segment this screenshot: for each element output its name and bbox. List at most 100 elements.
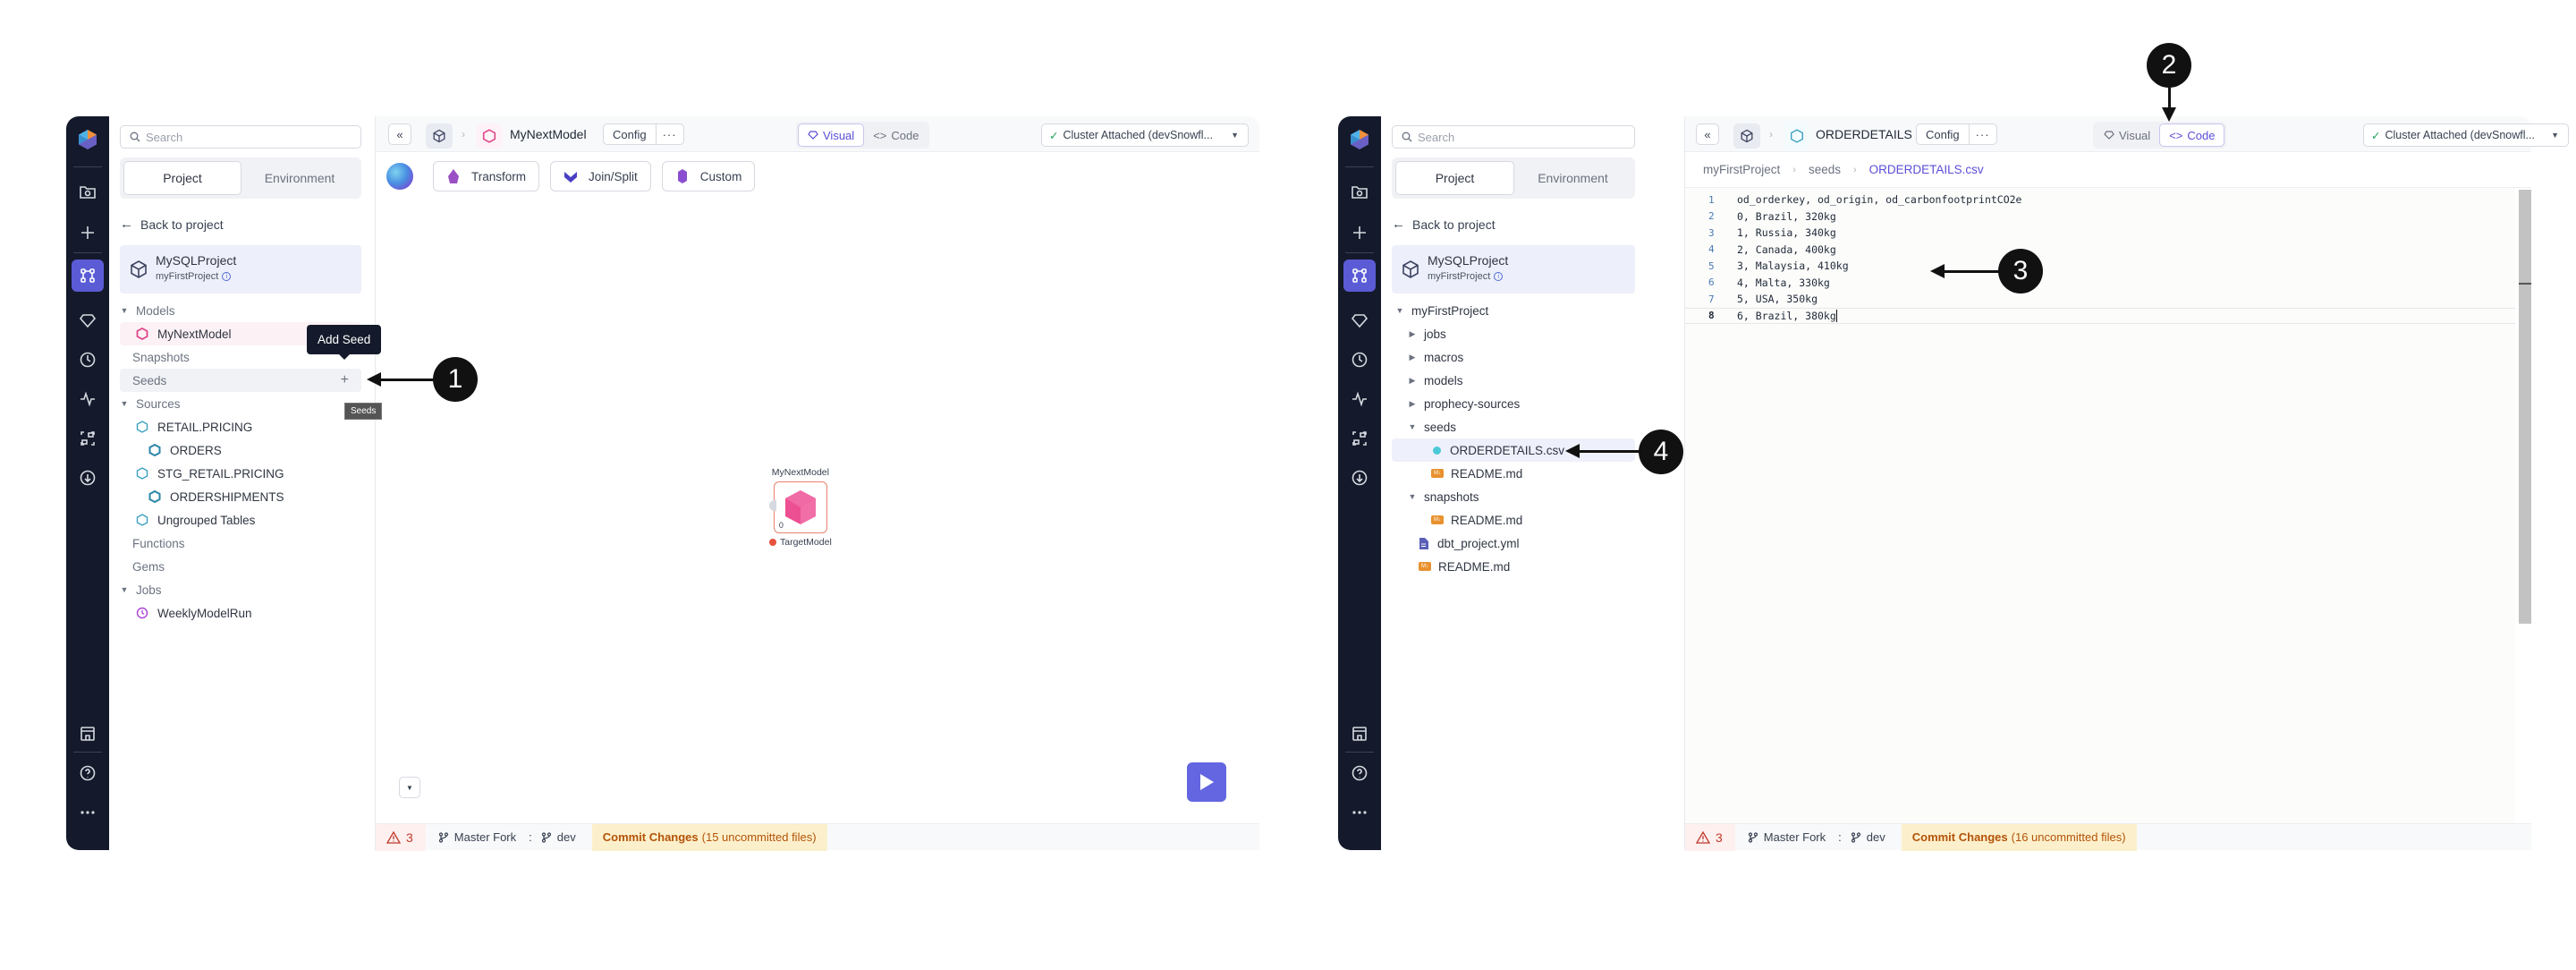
tree-folder-seeds[interactable]: ▼ seeds	[1392, 415, 1635, 438]
search-input[interactable]: Search	[1392, 125, 1635, 149]
project-graph-icon[interactable]	[1343, 260, 1376, 292]
gem-icon[interactable]	[1347, 308, 1372, 333]
tree-folder[interactable]: ▶ jobs	[1392, 322, 1635, 345]
expand-panel-button[interactable]: ▼	[399, 777, 420, 798]
model-node[interactable]: MyNextModel 0 TargetModel	[768, 467, 832, 548]
clock-icon[interactable]	[75, 347, 100, 372]
breadcrumb-item[interactable]: myFirstProject	[1703, 163, 1780, 176]
project-cube-icon[interactable]	[426, 123, 453, 149]
tab-project[interactable]: Project	[123, 161, 242, 195]
scrollbar-thumb[interactable]	[2519, 283, 2531, 285]
tree-item-table[interactable]: ORDERSHIPMENTS	[120, 485, 361, 508]
marketplace-icon[interactable]	[1347, 721, 1372, 746]
tree-file[interactable]: M↓ README.md	[1392, 555, 1635, 578]
fork-indicator[interactable]: Master Fork	[1735, 830, 1835, 844]
project-graph-icon[interactable]	[72, 260, 104, 292]
marketplace-icon[interactable]	[75, 721, 100, 746]
transform-gem-button[interactable]: Transform	[433, 161, 540, 191]
add-seed-button[interactable]: +	[341, 372, 349, 388]
plus-icon[interactable]	[1347, 220, 1372, 245]
tab-environment[interactable]: Environment	[242, 161, 358, 195]
breadcrumb-item[interactable]: seeds	[1809, 163, 1841, 176]
tree-folder[interactable]: ▶ prophecy-sources	[1392, 392, 1635, 415]
tree-item-source[interactable]: STG_RETAIL.PRICING	[120, 462, 361, 485]
visual-tab[interactable]: Visual	[798, 123, 865, 147]
info-icon[interactable]: i	[1494, 272, 1504, 281]
more-icon[interactable]	[1347, 800, 1372, 825]
clock-icon[interactable]	[1347, 347, 1372, 372]
code-line[interactable]: 2 0, Brazil, 320kg	[1685, 208, 2515, 225]
lineage-icon[interactable]	[1347, 426, 1372, 451]
back-to-project-link[interactable]: ← Back to project	[120, 217, 224, 232]
config-button[interactable]: Config	[604, 124, 656, 144]
back-to-project-link[interactable]: ← Back to project	[1392, 217, 1496, 232]
tree-section-seeds[interactable]: Seeds +	[120, 369, 361, 392]
folder-search-icon[interactable]	[75, 179, 100, 204]
tree-item-table[interactable]: ORDERS	[120, 438, 361, 462]
code-tab[interactable]: <> Code	[864, 123, 928, 147]
plus-icon[interactable]	[75, 220, 100, 245]
commit-changes-button[interactable]: Commit Changes (16 uncommitted files)	[1901, 823, 2137, 851]
run-button[interactable]	[1187, 762, 1226, 802]
collapse-sidebar-button[interactable]: «	[388, 123, 411, 145]
code-scrollbar[interactable]	[2519, 190, 2531, 624]
tree-section-gems[interactable]: Gems	[120, 555, 361, 578]
node-input-port[interactable]	[768, 500, 776, 511]
activity-icon[interactable]	[1347, 387, 1372, 412]
node-box[interactable]: 0	[768, 481, 827, 533]
tree-file[interactable]: M↓ README.md	[1392, 508, 1635, 532]
more-options-button[interactable]: ···	[1968, 124, 1996, 144]
warnings-indicator[interactable]: 3	[376, 823, 426, 851]
code-line[interactable]: 4 2, Canada, 400kg	[1685, 242, 2515, 259]
code-line[interactable]: 3 1, Russia, 340kg	[1685, 225, 2515, 242]
warnings-indicator[interactable]: 3	[1685, 823, 1735, 851]
join-split-gem-button[interactable]: Join/Split	[550, 161, 651, 191]
tree-section-jobs[interactable]: ▼ Jobs	[120, 578, 361, 601]
project-card[interactable]: MySQLProject myFirstProject i	[1392, 245, 1635, 294]
activity-icon[interactable]	[75, 387, 100, 412]
fork-indicator[interactable]: Master Fork	[426, 830, 525, 844]
collapse-sidebar-button[interactable]: «	[1696, 123, 1719, 145]
tree-folder-snapshots[interactable]: ▼ snapshots	[1392, 485, 1635, 508]
download-icon[interactable]	[75, 465, 100, 490]
tree-file[interactable]: M↓ README.md	[1392, 462, 1635, 485]
tree-item-job[interactable]: WeeklyModelRun	[120, 601, 361, 625]
help-icon[interactable]	[75, 761, 100, 786]
code-line[interactable]: 1 od_orderkey, od_origin, od_carbonfootpr…	[1685, 191, 2515, 208]
tab-project[interactable]: Project	[1395, 161, 1514, 195]
download-icon[interactable]	[1347, 465, 1372, 490]
project-cube-icon[interactable]	[1733, 123, 1760, 149]
code-textarea[interactable]: 1 od_orderkey, od_origin, od_carbonfootpr…	[1685, 188, 2515, 823]
tree-section-sources[interactable]: ▼ Sources	[120, 392, 361, 415]
branch-indicator[interactable]: dev	[1845, 830, 1894, 844]
help-icon[interactable]	[1347, 761, 1372, 786]
code-line[interactable]: 7 5, USA, 350kg	[1685, 291, 2515, 308]
tree-item-source[interactable]: RETAIL.PRICING	[120, 415, 361, 438]
project-card[interactable]: MySQLProject myFirstProject i	[120, 245, 361, 294]
tree-section-models[interactable]: ▼ Models	[120, 299, 361, 322]
config-button[interactable]: Config	[1917, 124, 1969, 144]
tab-environment[interactable]: Environment	[1514, 161, 1631, 195]
more-icon[interactable]	[75, 800, 100, 825]
cluster-dropdown[interactable]: ✓ Cluster Attached (devSnowfl... ▼	[2363, 123, 2569, 147]
gem-icon[interactable]	[75, 308, 100, 333]
search-input[interactable]: Search	[120, 125, 361, 149]
more-options-button[interactable]: ···	[655, 124, 683, 144]
folder-search-icon[interactable]	[1347, 179, 1372, 204]
tree-section-functions[interactable]: Functions	[120, 532, 361, 555]
visual-tab[interactable]: Visual	[2095, 123, 2159, 147]
code-line[interactable]: 6 4, Malta, 330kg	[1685, 275, 2515, 292]
lineage-icon[interactable]	[75, 426, 100, 451]
tree-folder-root[interactable]: ▼ myFirstProject	[1392, 299, 1635, 322]
code-line[interactable]: 8 6, Brazil, 380kg	[1685, 307, 2515, 324]
tree-item-source[interactable]: Ungrouped Tables	[120, 508, 361, 532]
code-tab[interactable]: <> Code	[2159, 123, 2225, 147]
cluster-dropdown[interactable]: ✓ Cluster Attached (devSnowfl... ▼	[1041, 123, 1249, 147]
tree-file[interactable]: dbt_project.yml	[1392, 532, 1635, 555]
tree-folder[interactable]: ▶ macros	[1392, 345, 1635, 369]
code-line[interactable]: 5 3, Malaysia, 410kg	[1685, 258, 2515, 275]
gem-sphere-icon[interactable]	[386, 163, 413, 190]
custom-gem-button[interactable]: Custom	[661, 161, 756, 191]
info-icon[interactable]: i	[222, 272, 232, 281]
tree-folder[interactable]: ▶ models	[1392, 369, 1635, 392]
